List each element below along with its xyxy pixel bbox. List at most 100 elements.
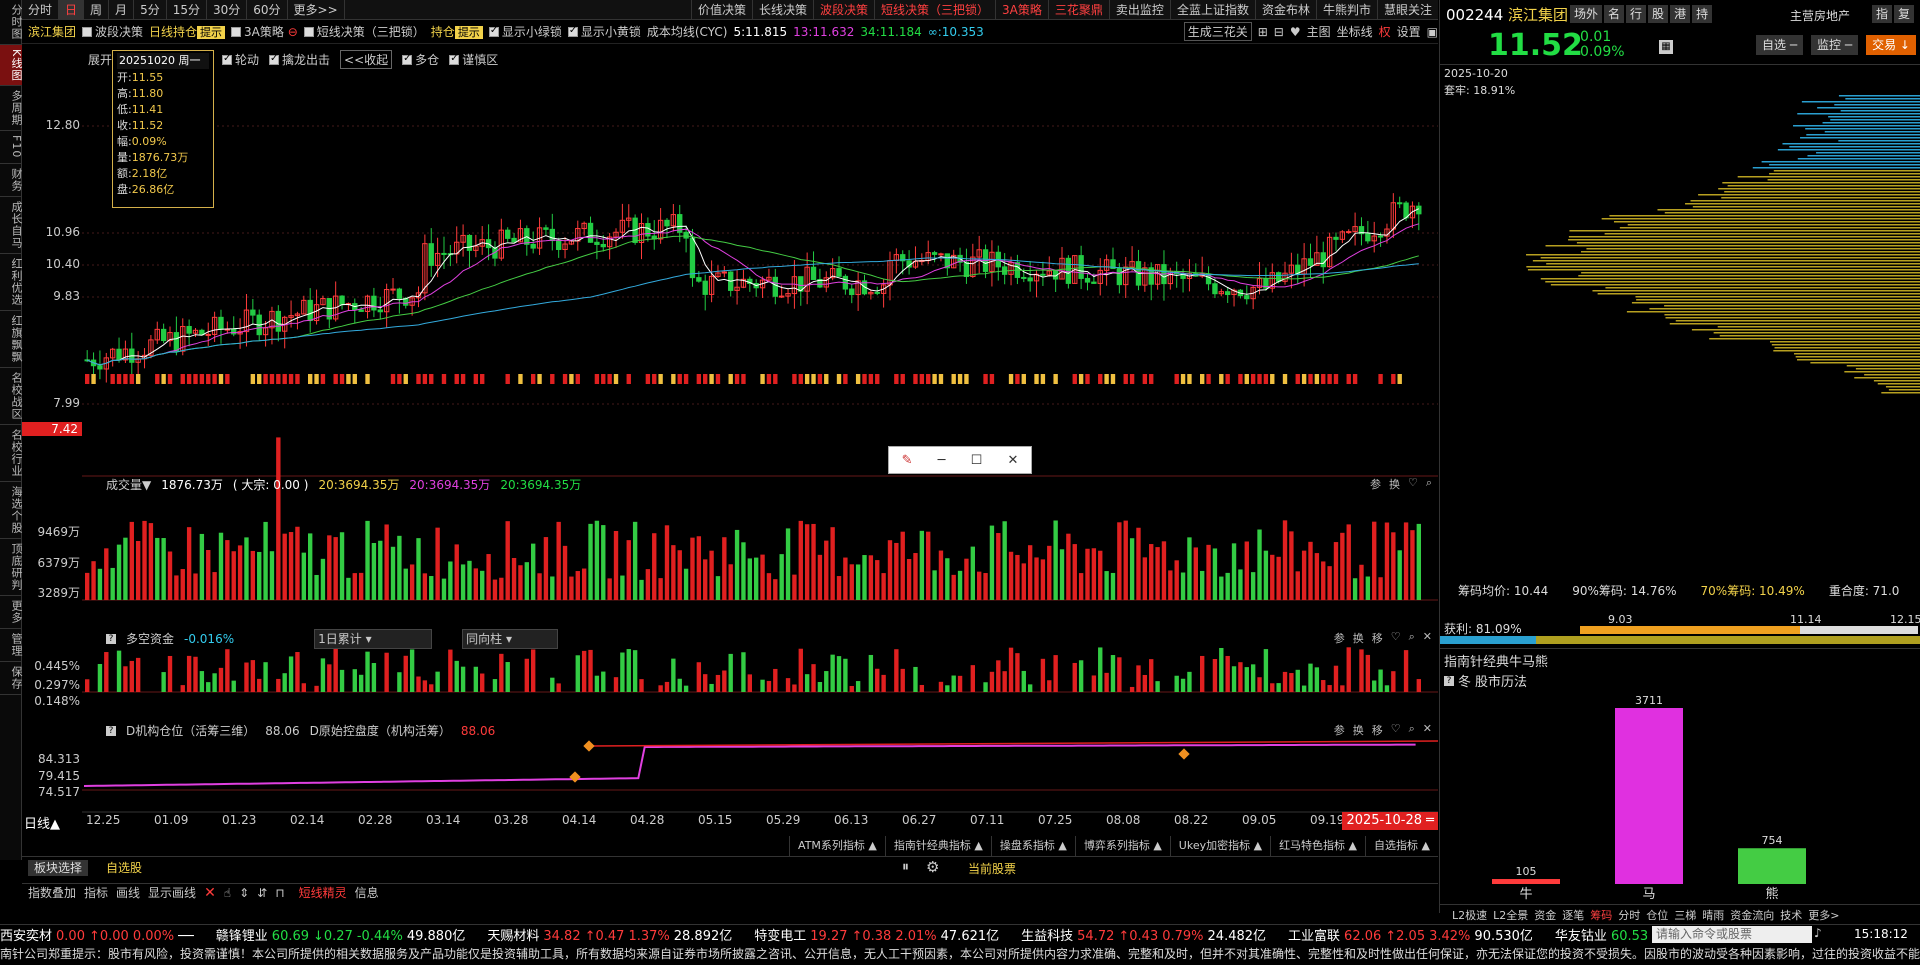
strategy-tab[interactable]: 全蓝上证指数	[1169, 0, 1255, 20]
checkbox[interactable]	[303, 27, 314, 37]
draw-button[interactable]: 画线	[116, 884, 140, 901]
delete-icon[interactable]: ✕	[204, 885, 216, 901]
heart-icon[interactable]: ♥	[1290, 25, 1301, 39]
info-tab[interactable]: 信息	[355, 884, 379, 901]
sidebar-item[interactable]: 顶底研判	[0, 539, 23, 596]
right-tab[interactable]: 三梯	[1674, 907, 1696, 923]
show-draw-button[interactable]: 显示画线	[148, 884, 196, 901]
floating-mini-window[interactable]: ✎ ─ ☐ ✕	[888, 446, 1032, 474]
help-icon[interactable]: ?	[1444, 675, 1454, 686]
watchlist-tab[interactable]: 自选股	[106, 860, 142, 876]
sidebar-item[interactable]: 财务	[0, 164, 23, 197]
gear-icon[interactable]: ⚙	[926, 858, 939, 876]
period-tab[interactable]: 周	[84, 0, 110, 20]
sidebar-item[interactable]: 管理	[0, 629, 23, 662]
monitor-button[interactable]: 监控 ─	[1811, 35, 1859, 55]
tr-rixian[interactable]: 日线持仓 提示	[149, 23, 226, 40]
expand-button[interactable]: 展开	[88, 51, 112, 68]
search-icon[interactable]: ⌕	[1409, 630, 1415, 646]
strategy-tab[interactable]: 3A策略	[995, 0, 1048, 20]
heart-icon[interactable]: ♡	[1391, 630, 1401, 646]
settings-button[interactable]: 设置	[1397, 23, 1421, 40]
checkbox[interactable]	[231, 27, 242, 37]
swap-button[interactable]: 换	[1389, 476, 1400, 492]
maximize-icon[interactable]: ☐	[971, 453, 983, 468]
search-icon[interactable]: ⌕	[1409, 722, 1415, 738]
quote-button[interactable]: 港	[1670, 5, 1691, 23]
right-tab[interactable]: 分时	[1618, 907, 1640, 923]
tr-boduan[interactable]: 波段决策	[82, 23, 143, 40]
opt-qinlong[interactable]: 擒龙出击	[269, 51, 330, 68]
param-button[interactable]: 参	[1370, 476, 1381, 492]
show-green-lock[interactable]: 显示小绿锁	[488, 23, 562, 40]
quote-button[interactable]: 行	[1626, 5, 1647, 23]
swap-button[interactable]: 换	[1353, 722, 1364, 738]
sidebar-item[interactable]: F10	[0, 131, 23, 164]
opt-jinshen[interactable]: 谨慎区	[449, 51, 498, 68]
rights-button[interactable]: 权	[1379, 23, 1391, 40]
strategy-tab[interactable]: 三花聚鼎	[1047, 0, 1109, 20]
show-yellow-lock[interactable]: 显示小黄锁	[567, 23, 641, 40]
right-tab[interactable]: 更多>	[1808, 907, 1839, 923]
sidebar-item[interactable]: 更多	[0, 596, 23, 629]
right-tab[interactable]: L2极速	[1452, 907, 1487, 923]
opt-duocang[interactable]: 多仓	[402, 51, 439, 68]
ticker-item[interactable]: 赣锋锂业 60.69 ↓0.27 -0.44% 49.880亿	[216, 929, 470, 944]
checkbox[interactable]	[567, 25, 578, 37]
lock-icon[interactable]: ⊓	[275, 886, 284, 900]
board-select-button[interactable]: 板块选择	[28, 860, 89, 876]
checkbox[interactable]	[488, 25, 499, 37]
checkbox[interactable]	[222, 53, 233, 65]
accum-select[interactable]: 1日累计 ▾	[314, 629, 433, 649]
quote-button[interactable]: 场外	[1570, 5, 1603, 23]
right-tab[interactable]: 筹码	[1590, 907, 1612, 923]
index-overlay-button[interactable]: 指数叠加	[28, 884, 76, 901]
sidebar-item[interactable]: 名校行业	[0, 425, 23, 482]
add-icon[interactable]: ⊞	[1258, 25, 1268, 39]
help-icon[interactable]: ?	[106, 726, 116, 736]
quote-button[interactable]: 股	[1648, 5, 1669, 23]
command-input[interactable]: 请输入命令或股票	[1652, 926, 1812, 943]
strategy-tab[interactable]: 短线决策（三把锁）	[874, 0, 995, 20]
close-icon[interactable]: ✕	[1007, 453, 1018, 468]
ruler-icon[interactable]: ⇵	[257, 886, 267, 900]
coordinate-button[interactable]: 坐标线	[1337, 23, 1373, 40]
ticker-item[interactable]: 生益科技 54.72 ↑0.43 0.79% 24.482亿	[1021, 929, 1270, 944]
checkbox[interactable]	[449, 53, 460, 65]
qr-icon[interactable]: ▦	[1659, 40, 1673, 54]
generate-button[interactable]: 生成三花关	[1183, 22, 1252, 41]
indicator-button[interactable]: 指标	[84, 884, 108, 901]
indicator-group-tab[interactable]: 博弈系列指标 ▲	[1074, 836, 1170, 856]
current-stock-tab[interactable]: 当前股票	[968, 860, 1016, 877]
indicator-group-tab[interactable]: ATM系列指标 ▲	[789, 836, 885, 856]
checkbox[interactable]	[269, 53, 280, 65]
main-chart-button[interactable]: 主图	[1307, 23, 1331, 40]
minimize-icon[interactable]: ─	[938, 453, 946, 468]
indicator-group-tab[interactable]: 指南针经典指标 ▲	[884, 836, 991, 856]
right-tab[interactable]: 资金流向	[1730, 907, 1774, 923]
tr-duanxian[interactable]: 短线决策（三把锁）	[303, 23, 425, 40]
right-tab[interactable]: 仓位	[1646, 907, 1668, 923]
trade-button[interactable]: 交易 ↓	[1866, 35, 1916, 55]
sound-icon[interactable]: ♪	[1814, 926, 1834, 943]
close-icon[interactable]: ✕	[1423, 722, 1432, 738]
right-tab[interactable]: 资金	[1534, 907, 1556, 923]
volume-title[interactable]: 成交量▼	[106, 476, 151, 494]
remove-icon[interactable]: ⊟	[1274, 25, 1284, 39]
sidebar-item[interactable]: 红利优选	[0, 254, 23, 311]
right-tab[interactable]: 逐笔	[1562, 907, 1584, 923]
pointer-icon[interactable]: ☝	[224, 886, 231, 900]
indicator-group-tab[interactable]: 自选指标 ▲	[1365, 836, 1438, 856]
help-icon[interactable]: ?	[106, 634, 116, 644]
strategy-tab[interactable]: 波段决策	[813, 0, 874, 20]
period-tab[interactable]: 更多>>	[288, 0, 345, 20]
sidebar-item[interactable]: 红旗飘飘	[0, 311, 23, 368]
right-tab[interactable]: 技术	[1780, 907, 1802, 923]
sidebar-item[interactable]: 多周期	[0, 86, 23, 132]
param-button[interactable]: 参	[1334, 722, 1345, 738]
tr-chicang[interactable]: 持仓 提示	[431, 23, 483, 40]
watchlist-button[interactable]: 自选 ─	[1756, 35, 1804, 55]
window-icon[interactable]: ▣	[1427, 25, 1438, 39]
checkbox[interactable]	[402, 53, 413, 65]
sidebar-item[interactable]: K线图	[0, 45, 23, 87]
